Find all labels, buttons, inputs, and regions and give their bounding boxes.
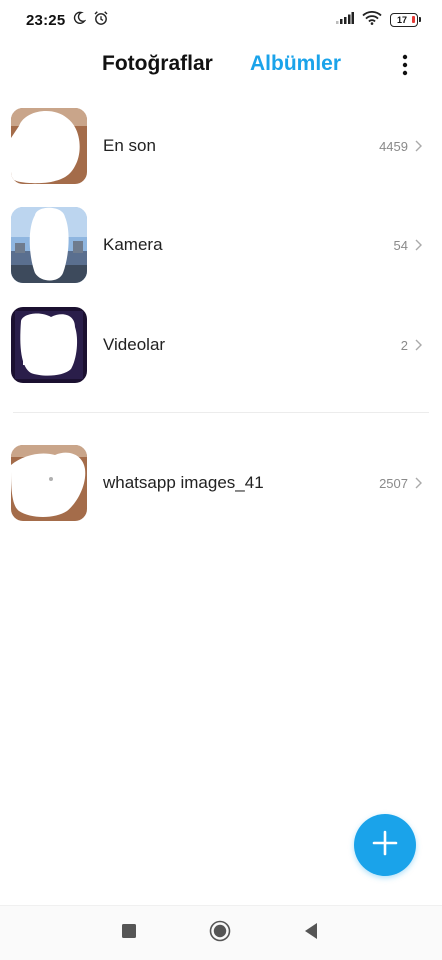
album-thumbnail	[11, 108, 87, 184]
album-item-kamera[interactable]: Kamera 54	[0, 205, 442, 285]
alarm-icon	[93, 10, 109, 31]
album-thumbnail	[11, 207, 87, 283]
album-count: 2507	[379, 475, 408, 491]
status-left: 23:25	[26, 10, 109, 31]
album-count: 2	[400, 337, 408, 353]
battery-level: 17	[396, 15, 407, 25]
album-item-en-son[interactable]: En son 4459	[0, 106, 442, 186]
status-bar: 23:25 17	[0, 0, 442, 40]
album-count: 54	[393, 237, 408, 253]
album-thumbnail	[11, 445, 87, 521]
album-name: Videolar	[103, 335, 166, 354]
tab-albums[interactable]: Albümler	[250, 52, 341, 76]
battery-icon: 17	[390, 13, 421, 27]
album-name: whatsapp images_41	[103, 473, 264, 492]
album-name: Kamera	[103, 235, 163, 254]
more-vertical-icon[interactable]	[392, 52, 418, 78]
chevron-right-icon	[412, 238, 424, 252]
status-time: 23:25	[26, 11, 66, 29]
back-icon[interactable]	[303, 922, 319, 940]
moon-icon	[72, 11, 87, 30]
battery-fill	[412, 16, 415, 23]
album-thumbnail	[11, 307, 87, 383]
add-album-button[interactable]	[354, 814, 416, 876]
album-name: En son	[103, 136, 156, 155]
navigation-bar	[0, 905, 442, 960]
home-icon[interactable]	[209, 920, 231, 942]
album-item-whatsapp-images[interactable]: whatsapp images_41 2507	[0, 443, 442, 523]
chevron-right-icon	[412, 476, 424, 490]
header: Fotoğraflar Albümler	[0, 40, 442, 90]
album-item-videolar[interactable]: Videolar 2	[0, 305, 442, 385]
chevron-right-icon	[412, 338, 424, 352]
recents-icon[interactable]	[121, 923, 137, 939]
plus-icon	[372, 830, 398, 861]
signal-icon	[336, 11, 354, 29]
album-count: 4459	[379, 138, 408, 154]
status-right: 17	[336, 10, 421, 30]
chevron-right-icon	[412, 139, 424, 153]
tab-photos[interactable]: Fotoğraflar	[102, 52, 213, 76]
wifi-icon	[362, 10, 382, 30]
divider	[13, 412, 429, 413]
